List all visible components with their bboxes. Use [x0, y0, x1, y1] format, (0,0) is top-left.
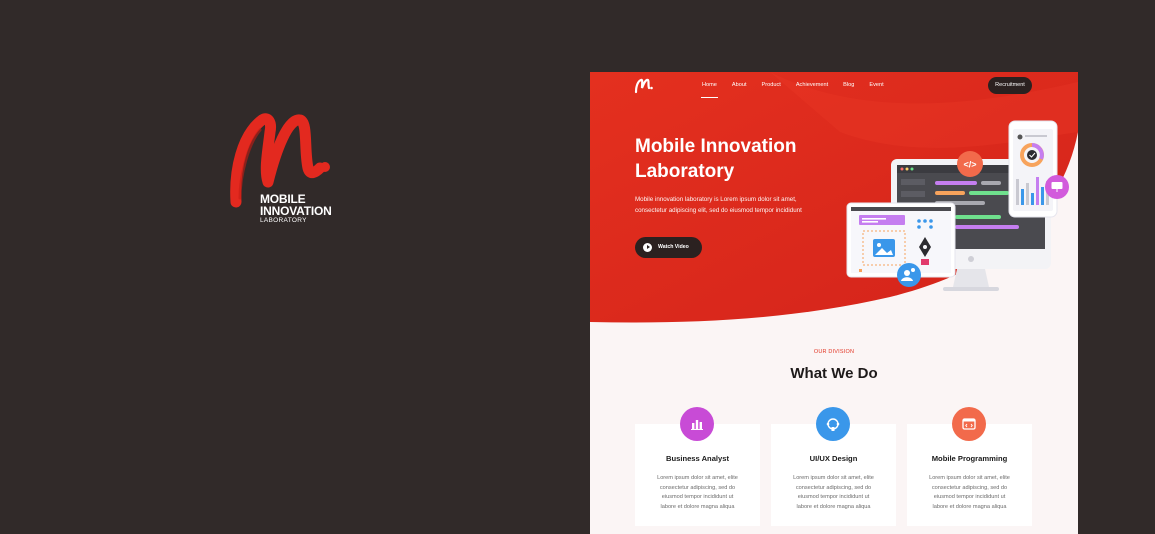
- card-description: Lorem ipsum dolor sit amet, elite consec…: [647, 474, 748, 513]
- design-pen-icon: [816, 407, 850, 441]
- nav-links: Home About Product Achievement Blog Even…: [701, 82, 899, 98]
- recruitment-button[interactable]: Recruitment: [988, 77, 1032, 94]
- play-icon: [643, 243, 652, 252]
- hero-title-line-2: Laboratory: [635, 161, 735, 182]
- card-text-line: Lorem ipsum dolor sit amet, elite: [929, 475, 1010, 481]
- website-mockup: Home About Product Achievement Blog Even…: [590, 72, 1078, 534]
- card-title: Mobile Programming: [931, 454, 1008, 463]
- card-description: Lorem ipsum dolor sit amet, elite consec…: [783, 474, 884, 513]
- section-title: What We Do: [790, 365, 878, 382]
- hero-title: Mobile Innovation Laboratory: [635, 134, 865, 184]
- watch-video-label: Watch Video: [658, 244, 689, 250]
- top-nav: Home About Product Achievement Blog Even…: [590, 72, 1078, 102]
- brand-logo: MOBILE INNOVATION LABORATORY: [228, 110, 338, 230]
- card-description: Lorem ipsum dolor sit amet, elite consec…: [919, 474, 1020, 513]
- hero-illustration: </>: [846, 120, 1069, 291]
- hero-subtitle: Mobile innovation laboratory is Lorem ip…: [635, 194, 850, 216]
- phone-illustration: [1008, 120, 1058, 218]
- card-text-line: Lorem ipsum dolor sit amet, elite: [657, 475, 738, 481]
- card-text-line: Lorem ipsum dolor sit amet, elite: [793, 475, 874, 481]
- hero-subtitle-line-1: Mobile innovation laboratory is Lorem ip…: [635, 196, 797, 203]
- card-text-line: eiusmod tempor incididunt ut: [797, 494, 870, 501]
- code-badge-text: </>: [963, 160, 976, 170]
- card-text-line: consectetur adipiscing, sed do: [931, 484, 1008, 491]
- hero-subtitle-line-2: consectetur adipiscing elit, sed do eius…: [635, 207, 802, 214]
- section-kicker: OUR DIVISION: [813, 349, 855, 355]
- card-text-line: consectetur adipiscing, sed do: [795, 484, 872, 491]
- nav-link-achievement[interactable]: Achievement: [796, 82, 828, 88]
- brand-wordmark: MOBILE INNOVATION LABORATORY: [260, 193, 332, 225]
- bar-chart-icon: [680, 407, 714, 441]
- code-window-icon: [952, 407, 986, 441]
- division-card-ui-ux-design[interactable]: UI/UX Design Lorem ipsum dolor sit amet,…: [771, 407, 896, 526]
- division-card-mobile-programming[interactable]: Mobile Programming Lorem ipsum dolor sit…: [907, 407, 1032, 526]
- nav-link-blog[interactable]: Blog: [843, 82, 854, 88]
- hero-title-line-1: Mobile Innovation: [635, 136, 797, 157]
- tablet-illustration: [846, 202, 956, 278]
- division-card-business-analyst[interactable]: Business Analyst Lorem ipsum dolor sit a…: [635, 407, 760, 526]
- card-text-line: labore et dolore magna aliqua: [660, 504, 735, 511]
- watch-video-button[interactable]: Watch Video: [635, 237, 702, 258]
- card-text-line: labore et dolore magna aliqua: [932, 504, 1007, 511]
- brand-line-innovation: INNOVATION: [260, 204, 332, 218]
- nav-link-about[interactable]: About: [732, 82, 747, 88]
- card-title: Business Analyst: [665, 454, 730, 463]
- card-text-line: eiusmod tempor incididunt ut: [933, 494, 1006, 501]
- nav-link-product[interactable]: Product: [762, 82, 781, 88]
- m-script-logo-icon[interactable]: [634, 78, 654, 94]
- card-text-line: consectetur adipiscing, sed do: [659, 484, 736, 491]
- card-title: UI/UX Design: [809, 454, 858, 463]
- card-text-line: eiusmod tempor incididunt ut: [661, 494, 734, 501]
- nav-link-event[interactable]: Event: [869, 82, 883, 88]
- nav-link-home[interactable]: Home: [701, 82, 718, 98]
- card-text-line: labore et dolore magna aliqua: [796, 504, 871, 511]
- brand-line-laboratory: LABORATORY: [260, 217, 307, 224]
